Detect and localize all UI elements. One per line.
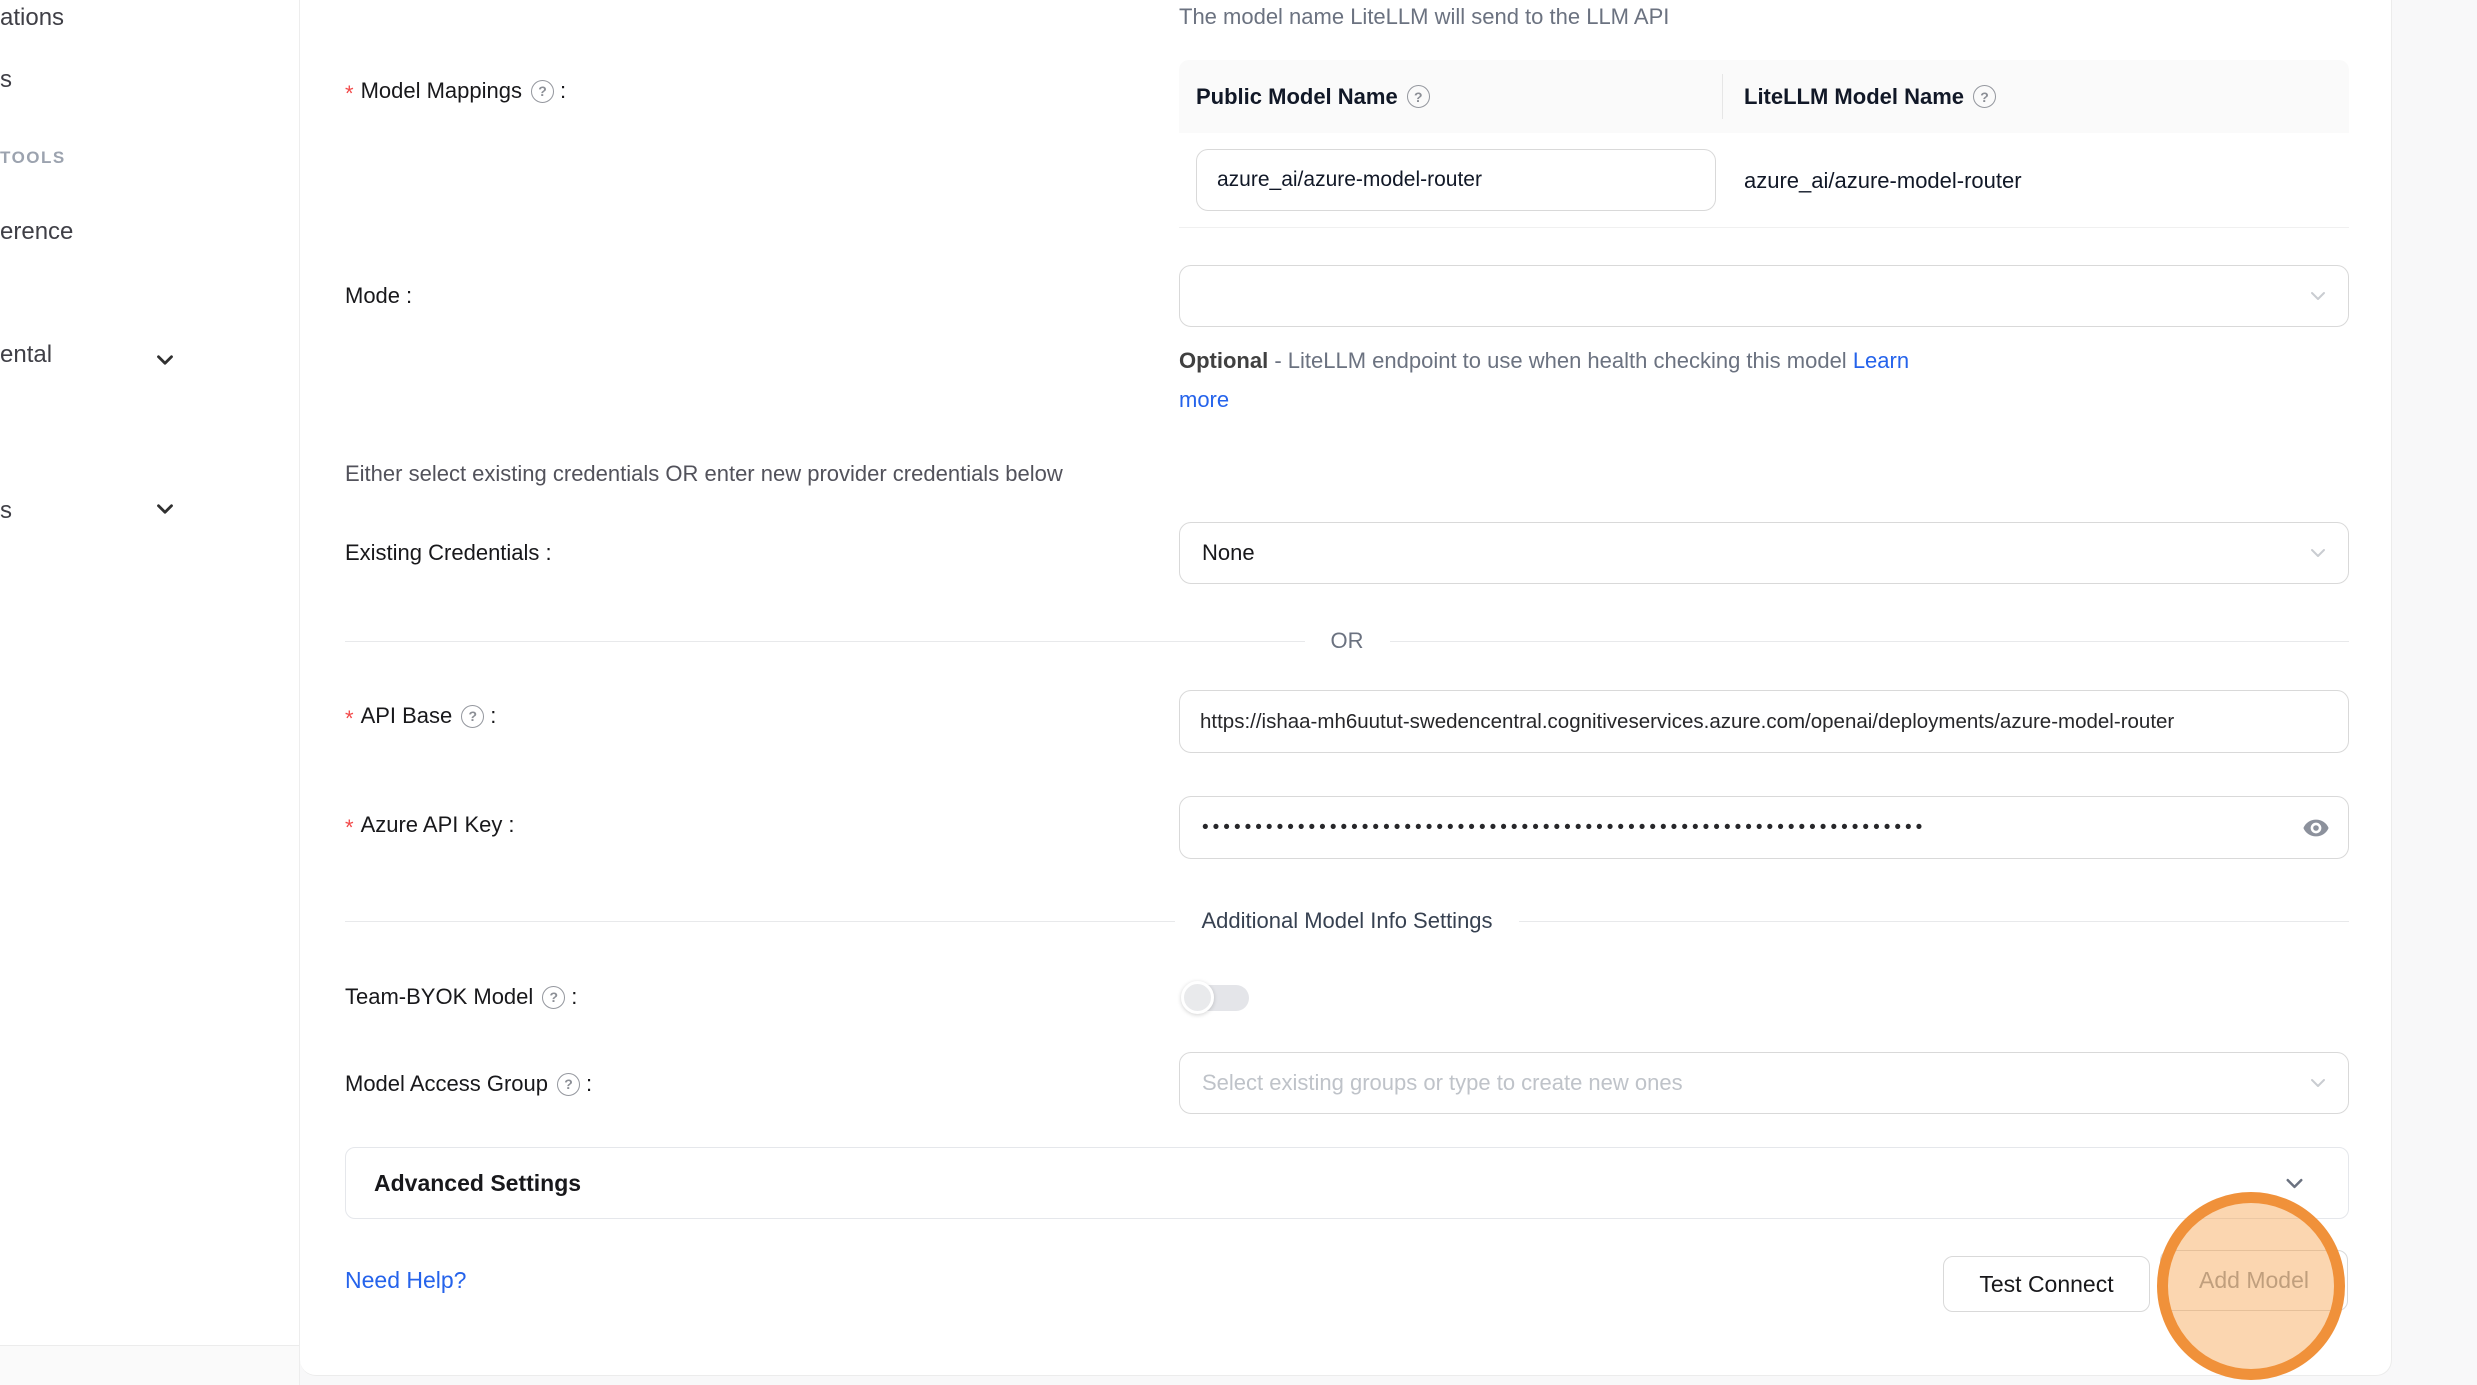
learn-more-link[interactable]: Learn: [1853, 348, 1909, 373]
azure-api-key-label: * Azure API Key :: [345, 812, 515, 838]
column-header-public-model-name: Public Model Name ?: [1179, 84, 1722, 110]
team-byok-label: Team-BYOK Model ? :: [345, 984, 577, 1010]
column-divider: [1722, 74, 1723, 119]
help-icon[interactable]: ?: [557, 1073, 580, 1096]
existing-credentials-label: Existing Credentials :: [345, 540, 552, 566]
test-connect-button[interactable]: Test Connect: [1943, 1256, 2150, 1312]
model-mappings-table: Public Model Name ? LiteLLM Model Name ?…: [1179, 60, 2349, 228]
advanced-settings-title: Advanced Settings: [374, 1170, 2281, 1197]
select-placeholder: Select existing groups or type to create…: [1202, 1070, 1683, 1096]
litellm-model-name-value: azure_ai/azure-model-router: [1744, 133, 2022, 228]
additional-model-info-divider: Additional Model Info Settings: [345, 908, 2349, 934]
advanced-settings-panel[interactable]: Advanced Settings: [345, 1147, 2349, 1219]
team-byok-toggle[interactable]: [1181, 981, 1249, 1014]
model-mappings-label: * Model Mappings ? :: [345, 78, 566, 104]
chevron-down-icon: [2306, 541, 2330, 565]
help-icon[interactable]: ?: [461, 705, 484, 728]
api-base-label: * API Base ? :: [345, 703, 496, 729]
chevron-down-icon: [2306, 1071, 2330, 1095]
mode-label: Mode :: [345, 283, 412, 309]
help-icon[interactable]: ?: [1407, 85, 1430, 108]
api-base-field: [1179, 690, 2349, 753]
toggle-knob: [1181, 981, 1214, 1014]
litellm-model-name-note: The model name LiteLLM will send to the …: [1179, 4, 1669, 30]
sidebar: ations s TOOLS erence ental s: [0, 0, 300, 1345]
required-asterisk: *: [345, 815, 354, 841]
help-icon[interactable]: ?: [531, 80, 554, 103]
sidebar-section-tools: TOOLS: [0, 148, 66, 168]
sidebar-item-s[interactable]: s: [0, 66, 12, 94]
azure-api-key-field[interactable]: ••••••••••••••••••••••••••••••••••••••••…: [1179, 796, 2349, 859]
add-model-page: ations s TOOLS erence ental s The model …: [0, 0, 2477, 1385]
column-header-litellm-model-name: LiteLLM Model Name ?: [1722, 84, 1996, 110]
help-icon[interactable]: ?: [542, 986, 565, 1009]
masked-api-key: ••••••••••••••••••••••••••••••••••••••••…: [1180, 817, 2260, 839]
table-row: azure_ai/azure-model-router: [1179, 133, 2349, 228]
eye-icon[interactable]: [2302, 814, 2330, 842]
chevron-down-icon: [2306, 284, 2330, 308]
model-access-group-select[interactable]: Select existing groups or type to create…: [1179, 1052, 2349, 1114]
mode-select[interactable]: [1179, 265, 2349, 327]
or-divider: OR: [345, 628, 2349, 654]
required-asterisk: *: [345, 706, 354, 732]
public-model-name-input[interactable]: [1196, 149, 1716, 211]
chevron-down-icon: [152, 347, 178, 373]
model-mappings-header-row: Public Model Name ? LiteLLM Model Name ?: [1179, 60, 2349, 133]
existing-credentials-select[interactable]: None: [1179, 522, 2349, 584]
sidebar-item-erence[interactable]: erence: [0, 218, 73, 246]
chevron-down-icon: [2281, 1170, 2308, 1197]
required-asterisk: *: [345, 81, 354, 107]
sidebar-footer: [0, 1345, 300, 1385]
sidebar-item-s2[interactable]: s: [0, 497, 12, 525]
need-help-link[interactable]: Need Help?: [345, 1267, 466, 1294]
mode-helper-text: Optional - LiteLLM endpoint to use when …: [1179, 341, 1999, 419]
add-model-button[interactable]: Add Model: [2160, 1250, 2348, 1311]
api-base-input[interactable]: [1180, 691, 2348, 752]
model-access-group-label: Model Access Group ? :: [345, 1071, 592, 1097]
learn-more-link[interactable]: more: [1179, 387, 1229, 412]
sidebar-item-ations[interactable]: ations: [0, 4, 64, 32]
credentials-note: Either select existing credentials OR en…: [345, 461, 1063, 487]
chevron-down-icon: [152, 496, 178, 522]
add-model-form-card: The model name LiteLLM will send to the …: [300, 0, 2392, 1376]
sidebar-item-ental[interactable]: ental: [0, 341, 52, 369]
help-icon[interactable]: ?: [1973, 85, 1996, 108]
